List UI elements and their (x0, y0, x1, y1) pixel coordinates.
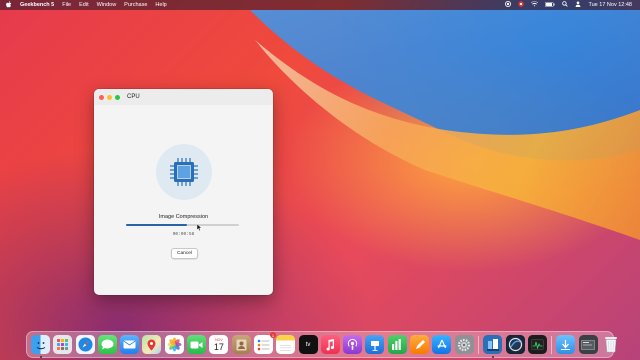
user-icon[interactable] (575, 1, 581, 9)
photos-flower-icon (167, 337, 182, 352)
menu-bar-clock[interactable]: Tue 17 Nov 12:48 (588, 2, 632, 8)
checklist-icon (257, 339, 270, 350)
video-camera-icon (190, 341, 203, 348)
cpu-icon-badge (156, 144, 212, 200)
menu-purchase[interactable]: Purchase (124, 2, 147, 8)
dock-numbers[interactable] (387, 335, 407, 354)
menu-file[interactable]: File (62, 2, 71, 8)
dock-trash[interactable] (601, 335, 620, 354)
search-icon[interactable] (562, 1, 569, 9)
dock-music[interactable] (320, 335, 340, 354)
geekbench-cpu-window: CPU Image Compression 00:00:58 Cancel (94, 89, 273, 295)
minimize-window-button[interactable] (107, 94, 112, 100)
dock-cinebench[interactable] (505, 335, 525, 354)
dock-launchpad[interactable] (53, 335, 73, 354)
safari-compass-icon (78, 337, 93, 352)
trash-icon (604, 337, 617, 353)
apple-menu-icon[interactable] (6, 0, 12, 10)
downloads-folder-icon (561, 339, 571, 350)
speech-bubble-icon (101, 339, 114, 350)
finder-icon (36, 341, 45, 349)
apple-tv-label: tv (305, 341, 311, 348)
pen-icon (415, 339, 425, 349)
launchpad-icon (57, 339, 69, 350)
notes-lines-icon (280, 344, 292, 351)
keynote-podium-icon (370, 340, 379, 351)
current-test-label: Image Compression (158, 214, 209, 220)
dock-reminders[interactable]: 1 (253, 332, 276, 354)
dock-system-preferences[interactable] (454, 335, 474, 354)
benchmark-progress-bar (126, 224, 239, 226)
dock-facetime[interactable] (187, 335, 207, 354)
dock-separator (551, 335, 553, 354)
zoom-window-button[interactable] (115, 94, 120, 100)
elapsed-time: 00:00:58 (172, 232, 195, 237)
music-note-icon (326, 338, 335, 350)
window-title: CPU (127, 94, 140, 100)
gear-icon (458, 338, 471, 351)
dock: NOV 17 1 tv (26, 331, 617, 358)
menu-app-name[interactable]: Geekbench 5 (20, 2, 54, 8)
dock-photos[interactable] (164, 335, 184, 354)
dock-mail[interactable] (120, 335, 140, 354)
dock-screenshot-file[interactable] (578, 335, 598, 354)
record-icon[interactable] (518, 1, 525, 9)
document-thumbnail-icon (581, 339, 595, 350)
reminders-badge: 1 (269, 332, 276, 338)
menu-help[interactable]: Help (155, 2, 166, 8)
dock-messages[interactable] (97, 335, 117, 354)
podcasts-icon (347, 338, 358, 350)
dock-separator (477, 335, 479, 354)
battery-icon[interactable] (545, 1, 555, 9)
running-indicator (491, 356, 494, 358)
dock-geekbench[interactable] (483, 335, 503, 358)
wifi-icon[interactable] (531, 1, 539, 9)
bar-chart-icon (392, 339, 402, 350)
cancel-button[interactable]: Cancel (171, 248, 198, 259)
cinebench-icon (508, 337, 522, 352)
dock-notes[interactable] (276, 335, 296, 354)
activity-graph-icon (531, 339, 544, 350)
map-pin-icon (147, 339, 156, 350)
menu-bar: Geekbench 5 File Edit Window Purchase He… (0, 0, 640, 10)
contact-person-icon (236, 339, 247, 350)
app-store-icon (437, 339, 447, 348)
dock-downloads-folder[interactable] (556, 335, 576, 354)
window-titlebar[interactable]: CPU (94, 89, 273, 105)
mouse-pointer-icon (197, 224, 202, 232)
status-circle-icon[interactable] (505, 1, 512, 9)
calendar-day: 17 (213, 341, 224, 352)
envelope-icon (123, 340, 136, 349)
dock-pages[interactable] (410, 335, 430, 354)
running-indicator (39, 356, 42, 358)
menu-window[interactable]: Window (97, 2, 117, 8)
progress-fill (126, 224, 188, 226)
dock-keynote[interactable] (365, 335, 385, 354)
dock-apple-tv[interactable]: tv (298, 335, 318, 354)
dock-contacts[interactable] (231, 335, 251, 354)
cpu-chip-icon (170, 158, 198, 186)
dock-finder[interactable] (31, 335, 50, 358)
dock-calendar[interactable]: NOV 17 (209, 335, 229, 354)
dock-maps[interactable] (142, 335, 162, 354)
menu-edit[interactable]: Edit (79, 2, 88, 8)
dock-safari[interactable] (75, 335, 95, 354)
geekbench-icon (486, 338, 499, 351)
dock-podcasts[interactable] (343, 335, 363, 354)
dock-app-store[interactable] (432, 335, 452, 354)
dock-activity-monitor[interactable] (527, 335, 547, 354)
close-window-button[interactable] (99, 94, 104, 100)
